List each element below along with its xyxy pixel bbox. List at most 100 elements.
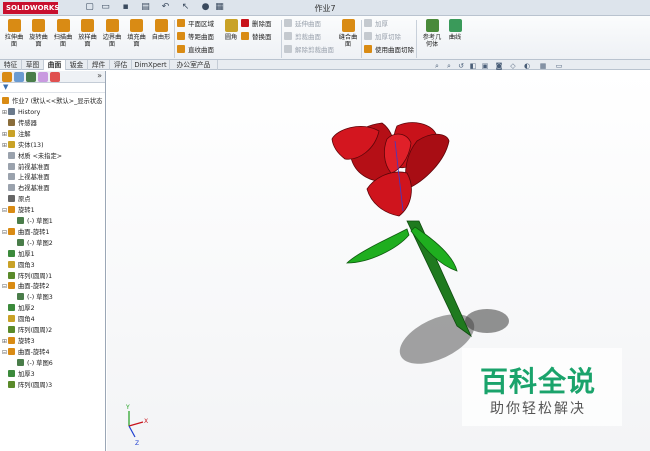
extend-surface-button[interactable]: 延伸曲面	[284, 19, 321, 30]
tree-item[interactable]: (-) 草图6	[11, 358, 53, 369]
tree-item[interactable]: (-) 草图1	[11, 217, 53, 227]
tree-item[interactable]: 阵列(圆周)3	[2, 380, 52, 391]
tree-item[interactable]: ⊞ 旋转3	[2, 336, 35, 347]
tree-item[interactable]: 原点	[2, 195, 31, 205]
scene-icon[interactable]: ▦	[538, 62, 548, 71]
tree-root-part[interactable]: 作业7 (默认<<默认>_显示状态	[2, 97, 102, 107]
tab-2[interactable]: 曲面	[44, 60, 66, 70]
expand-toggle-icon[interactable]: ⊟	[2, 348, 7, 358]
previous-view-icon[interactable]: ↺	[456, 62, 466, 71]
tree-item[interactable]: ⊟ 曲面-旋转1	[2, 227, 50, 238]
expand-toggle-icon[interactable]: ⊞	[2, 337, 7, 347]
replace-face-button[interactable]: 替换面	[241, 32, 272, 43]
tree-item[interactable]: 前视基准面	[2, 162, 49, 173]
reference-geometry-button[interactable]: 参考几何体	[420, 19, 444, 57]
ruled-surface-button[interactable]: 直纹曲面	[177, 45, 214, 56]
tree-item-label: (-) 草图1	[27, 218, 53, 225]
feature-icon	[8, 326, 15, 333]
triad-y-label: Y	[125, 404, 130, 411]
expand-toggle-icon[interactable]: ⊟	[2, 282, 7, 292]
tab-7[interactable]: 办公室产品	[170, 60, 218, 70]
expand-toggle-icon[interactable]: ⊞	[2, 108, 7, 118]
tree-item-label: (-) 草图6	[27, 359, 53, 367]
thicken-button[interactable]: 加厚	[364, 19, 388, 30]
tab-3[interactable]: 钣金	[66, 60, 88, 70]
tree-item-label: 曲面-旋转1	[18, 228, 50, 236]
display-manager-tab-icon[interactable]	[50, 72, 60, 82]
configuration-manager-tab-icon[interactable]	[26, 72, 36, 82]
zoom-area-icon[interactable]: ⌕	[444, 62, 454, 71]
feature-icon	[8, 151, 15, 159]
tree-item[interactable]: 传感器	[2, 118, 37, 129]
tree-item[interactable]: 阵列(圆周)1	[2, 271, 52, 282]
tree-item[interactable]: 材质 <未指定>	[2, 151, 62, 162]
tree-item[interactable]: (-) 草图2	[11, 238, 53, 249]
ribbon-button[interactable]: 边界曲面	[100, 19, 124, 57]
zoom-to-fit-icon[interactable]: ⌕	[432, 62, 442, 71]
tree-filter[interactable]: ▼	[0, 83, 105, 93]
offset-surface-button[interactable]: 等距曲面	[177, 32, 214, 43]
curves-button[interactable]: 曲线	[443, 19, 467, 57]
tree-item[interactable]: (-) 草图3	[11, 293, 53, 303]
section-view-icon[interactable]: ◧	[468, 62, 478, 71]
edit-appearance-icon[interactable]: ◐	[522, 62, 532, 71]
tree-item[interactable]: ⊟ 曲面-旋转2	[2, 282, 49, 292]
tree-item[interactable]: 圆角3	[2, 260, 35, 271]
tab-4[interactable]: 焊件	[88, 60, 110, 70]
fillet-button[interactable]: 圆角	[219, 19, 243, 57]
delete-face-button[interactable]: 删除面	[241, 19, 272, 30]
tree-item[interactable]: ⊟ 曲面-旋转4	[2, 347, 49, 358]
expand-toggle-icon[interactable]: ⊟	[2, 206, 7, 216]
trim-surface-icon	[284, 32, 292, 40]
tree-item[interactable]: 加厚1	[2, 249, 35, 260]
tree-item[interactable]: 阵列(圆周)2	[2, 326, 52, 336]
view-orientation-icon[interactable]: ▣	[480, 62, 490, 71]
tab-1[interactable]: 草图	[22, 60, 44, 70]
tree-item[interactable]: ⊟ 旋转1	[2, 206, 35, 216]
ribbon-button[interactable]: 放样曲面	[76, 19, 100, 57]
tree-item[interactable]: ⊞ 实体(13)	[2, 140, 44, 151]
display-style-icon[interactable]: ◙	[494, 62, 504, 71]
filter-icon: ▼	[3, 83, 9, 91]
tree-item[interactable]: 上视基准面	[2, 173, 49, 183]
feature-icon	[8, 304, 15, 312]
expand-panel-icon[interactable]: »	[97, 71, 102, 80]
ribbon-button[interactable]: 拉伸曲面	[2, 19, 26, 57]
tree-item[interactable]: 加厚2	[2, 304, 35, 314]
knit-surface-button[interactable]: 缝合曲面	[337, 19, 359, 57]
ribbon-button[interactable]: 填充曲面	[125, 19, 149, 57]
ribbon-separator	[281, 20, 282, 58]
expand-toggle-icon[interactable]: ⊞	[2, 130, 7, 140]
dimxpert-tab-icon[interactable]	[38, 72, 48, 82]
thickened-cut-button[interactable]: 加厚切除	[364, 32, 401, 43]
tab-5[interactable]: 评估	[110, 60, 132, 70]
view-settings-icon[interactable]: ▭	[554, 62, 564, 71]
replace-face-icon	[241, 32, 249, 40]
untrim-surface-button[interactable]: 解除剪裁曲面	[284, 45, 334, 56]
tree-item[interactable]: ⊞ 注解	[2, 129, 31, 140]
feature-icon	[8, 195, 15, 203]
feature-manager-tab-icon[interactable]	[2, 72, 12, 82]
cut-with-surface-button[interactable]: 使用曲面切除	[364, 45, 414, 56]
ribbon-button-label: 放样曲面	[78, 34, 97, 48]
feature-icon	[8, 162, 15, 170]
tab-0[interactable]: 特征	[0, 60, 22, 70]
watermark-title: 百科全说	[480, 365, 597, 398]
ribbon-button[interactable]: 旋转曲面	[27, 19, 51, 57]
ribbon-button[interactable]: 扫描曲面	[51, 19, 75, 57]
tab-6[interactable]: DimXpert	[132, 60, 170, 70]
tree-item[interactable]: 圆角4	[2, 315, 35, 325]
ribbon-button[interactable]: 自由形	[149, 19, 173, 57]
ribbon-separator	[174, 20, 175, 58]
delete-face-icon	[241, 19, 249, 27]
hide-show-icon[interactable]: ◇	[508, 62, 518, 71]
tree-item[interactable]: 加厚3	[2, 369, 35, 380]
tree-item[interactable]: ⊞ History	[2, 108, 40, 118]
property-manager-tab-icon[interactable]	[14, 72, 24, 82]
planar-surface-button[interactable]: 平面区域	[177, 19, 214, 30]
trim-surface-button[interactable]: 剪裁曲面	[284, 32, 321, 43]
expand-toggle-icon[interactable]: ⊞	[2, 141, 7, 151]
tree-item[interactable]: 右视基准面	[2, 184, 49, 194]
surface-feature-icon	[81, 19, 94, 32]
expand-toggle-icon[interactable]: ⊟	[2, 228, 7, 238]
